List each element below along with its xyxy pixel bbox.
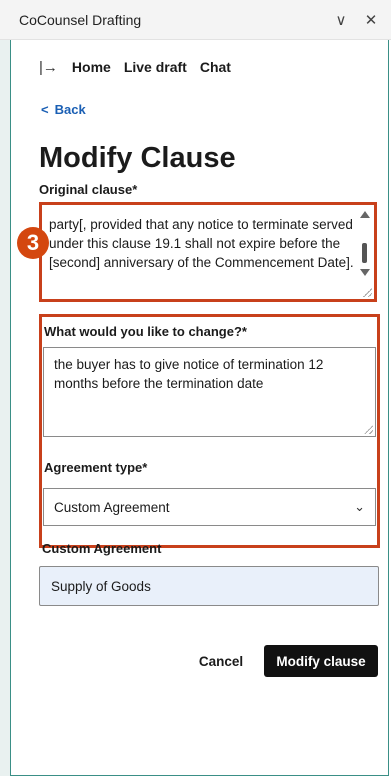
resize-handle-icon[interactable] (363, 424, 373, 434)
expand-icon[interactable]: |→ (39, 59, 58, 76)
agreement-type-value: Custom Agreement (54, 499, 170, 515)
resize-handle-icon[interactable] (362, 287, 372, 297)
custom-agreement-label: Custom Agreement (42, 541, 162, 556)
nav-item-live-draft[interactable]: Live draft (124, 59, 187, 75)
window-title: CoCounsel Drafting (19, 11, 142, 28)
nav-item-home[interactable]: Home (72, 59, 111, 75)
step-badge: 3 (17, 227, 49, 259)
custom-agreement-input[interactable]: Supply of Goods (39, 566, 379, 606)
agreement-type-label: Agreement type* (44, 460, 148, 475)
page-title: Modify Clause (39, 142, 236, 174)
modify-clause-button[interactable]: Modify clause (264, 645, 378, 677)
agreement-type-select[interactable]: Custom Agreement ⌄ (43, 488, 376, 526)
cancel-button[interactable]: Cancel (186, 646, 256, 676)
chevron-down-icon[interactable]: ∨ (329, 11, 353, 29)
left-rail (0, 40, 11, 776)
nav-item-chat[interactable]: Chat (200, 59, 231, 75)
scrollbar[interactable] (360, 211, 370, 297)
scroll-down-icon[interactable] (360, 269, 370, 276)
title-bar: CoCounsel Drafting ∨ ✕ (0, 0, 391, 40)
change-text: the buyer has to give notice of terminat… (54, 357, 324, 391)
original-clause-text[interactable]: party[, provided that any notice to term… (49, 215, 361, 295)
back-label: Back (54, 102, 86, 117)
scroll-thumb[interactable] (362, 243, 367, 263)
custom-agreement-value: Supply of Goods (51, 578, 151, 594)
scroll-up-icon[interactable] (360, 211, 370, 218)
original-clause-label: Original clause* (39, 182, 138, 197)
top-nav: |→ Home Live draft Chat (11, 40, 391, 94)
chevron-left-icon: < (41, 102, 49, 117)
close-icon[interactable]: ✕ (359, 11, 383, 29)
change-label: What would you like to change?* (44, 324, 247, 339)
chevron-down-icon: ⌄ (354, 499, 365, 514)
original-clause-field[interactable]: party[, provided that any notice to term… (39, 202, 377, 302)
change-request-section: What would you like to change?* the buye… (39, 314, 380, 548)
back-link[interactable]: < Back (41, 102, 86, 117)
change-textarea[interactable]: the buyer has to give notice of terminat… (43, 347, 376, 437)
